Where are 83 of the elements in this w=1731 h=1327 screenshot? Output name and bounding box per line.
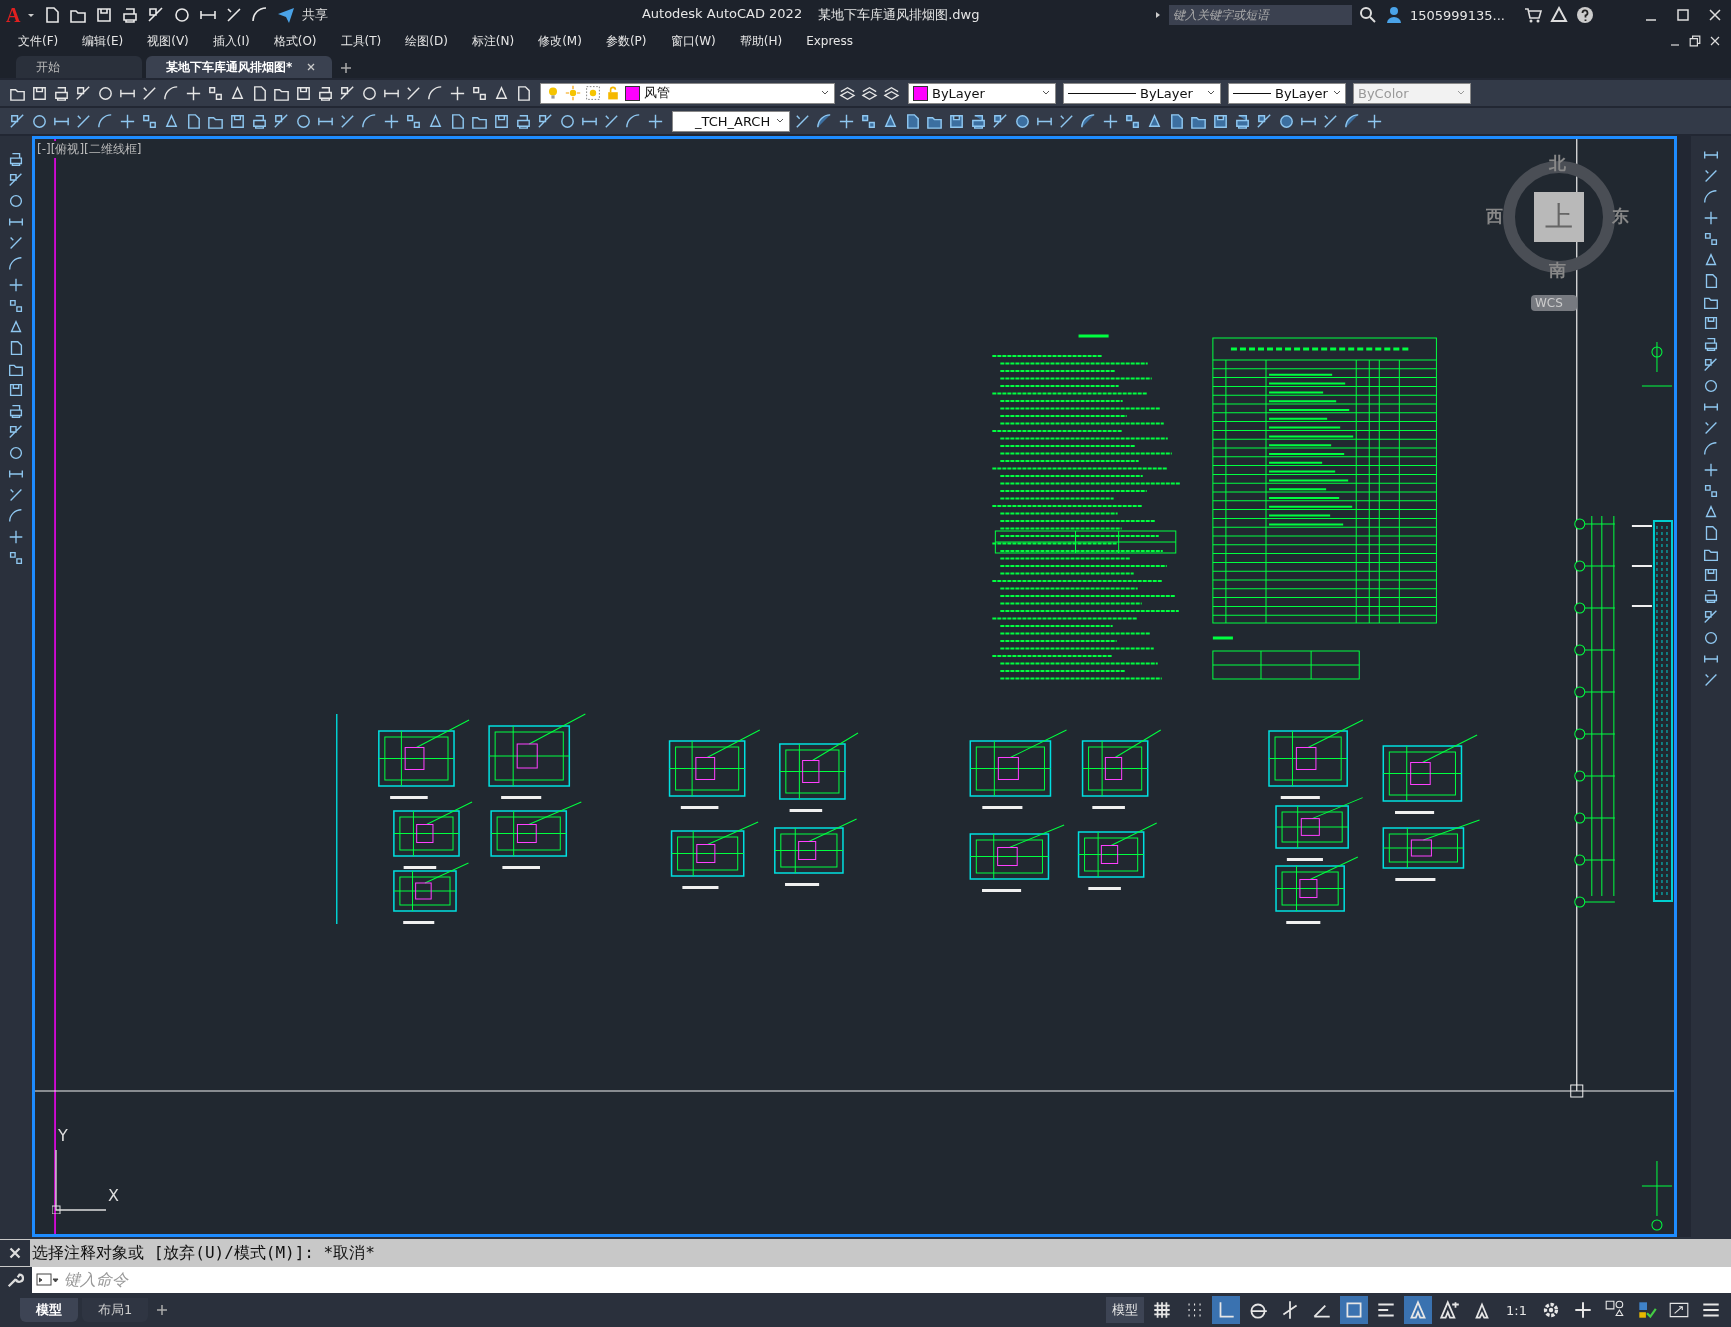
modify-tool-icon[interactable]	[1702, 566, 1720, 584]
menu-item[interactable]: Express	[806, 34, 853, 48]
status-toggle-icon[interactable]	[1404, 1296, 1433, 1324]
color-value: ByLayer	[932, 85, 985, 101]
layer-dropdown[interactable]: 风管	[540, 82, 835, 104]
draw-tool-icon[interactable]	[7, 276, 25, 294]
file-title: 某地下车库通风排烟图.dwg	[818, 6, 980, 24]
modify-tool-icon[interactable]	[1702, 377, 1720, 395]
document-tab[interactable]: 开始	[16, 56, 142, 78]
search-field[interactable]: 键入关键字或短语	[1168, 5, 1352, 25]
restore-icon[interactable]	[1687, 33, 1703, 49]
draw-tool-icon[interactable]	[7, 444, 25, 462]
status-toggle-icon[interactable]	[1340, 1296, 1369, 1324]
draw-tool-icon[interactable]	[7, 549, 25, 567]
modify-tool-icon[interactable]	[1702, 629, 1720, 647]
command-field[interactable]: 键入命令	[62, 1267, 1731, 1293]
modify-tool-icon[interactable]	[1702, 587, 1720, 605]
modify-tool-icon[interactable]	[1702, 230, 1720, 248]
modify-tool-icon[interactable]	[1702, 608, 1720, 626]
linetype-dropdown[interactable]: ByLayer	[1063, 82, 1221, 104]
menu-item[interactable]: 插入(I)	[212, 32, 250, 50]
viewport-sun-icon	[585, 85, 601, 101]
menu-item[interactable]: 标注(N)	[471, 32, 515, 50]
menu-item[interactable]: 编辑(E)	[82, 32, 124, 50]
layer-color-swatch	[625, 85, 640, 101]
menu-item[interactable]: 窗口(W)	[670, 32, 716, 50]
layout-tab[interactable]: 布局1	[82, 1298, 149, 1322]
command-prompt-icon[interactable]	[32, 1267, 62, 1293]
menu-item[interactable]: 绘图(D)	[405, 32, 448, 50]
sun-icon	[565, 85, 581, 101]
share-icon[interactable]	[276, 5, 297, 25]
line-sample	[1233, 92, 1271, 94]
layer-name: 风管	[644, 84, 670, 102]
menu-item[interactable]: 视图(V)	[147, 32, 189, 50]
menu-item[interactable]: 参数(P)	[605, 32, 647, 50]
draw-tool-icon[interactable]	[7, 171, 25, 189]
menu-item[interactable]: 工具(T)	[340, 32, 382, 50]
status-toggle-icon[interactable]	[1212, 1296, 1241, 1324]
app-title: Autodesk AutoCAD 2022	[641, 6, 803, 23]
modify-tool-icon[interactable]	[1702, 482, 1720, 500]
color-dropdown[interactable]: ByLayer	[908, 82, 1056, 104]
compass-label[interactable]: 西	[1486, 205, 1503, 228]
modify-tool-icon[interactable]	[1702, 209, 1720, 227]
menu-item[interactable]: 修改(M)	[538, 32, 582, 50]
lineweight-value: ByLayer	[1275, 85, 1328, 101]
share-link[interactable]: 共享	[302, 6, 329, 24]
plotstyle-value: ByColor	[1358, 85, 1409, 101]
layout-tab[interactable]: 模型	[20, 1298, 78, 1322]
modify-tool-icon[interactable]	[1702, 314, 1720, 332]
viewport-label[interactable]: [-][俯视][二维线框]	[37, 141, 142, 158]
draw-tool-icon[interactable]	[7, 150, 25, 168]
command-history: 选择注释对象或 [放弃(U)/模式(M)]: *取消*	[32, 1242, 375, 1264]
draw-tool-icon[interactable]	[7, 381, 25, 399]
document-tab[interactable]: 某地下车库通风排烟图*	[146, 56, 333, 78]
help-icon[interactable]	[1575, 5, 1595, 25]
user-name[interactable]: 1505999135...	[1409, 7, 1505, 23]
cart-icon[interactable]	[1523, 5, 1543, 25]
y-axis-label: Y	[58, 1126, 68, 1145]
modify-tool-icon[interactable]	[1702, 335, 1720, 353]
draw-tool-icon[interactable]	[7, 192, 25, 210]
menu-item[interactable]: 格式(O)	[273, 32, 317, 50]
text-style-dropdown[interactable]: _TCH_ARCH	[672, 110, 790, 132]
search-icon[interactable]	[1357, 5, 1378, 25]
compass-label[interactable]: 东	[1612, 205, 1629, 228]
line-sample	[1068, 92, 1136, 94]
menu-item[interactable]: 文件(F)	[18, 32, 59, 50]
draw-tool-icon[interactable]	[7, 528, 25, 546]
menu-item[interactable]: 帮助(H)	[739, 32, 783, 50]
text-style-value: _TCH_ARCH	[695, 113, 771, 129]
modify-tool-icon[interactable]	[1702, 461, 1720, 479]
modify-tool-icon[interactable]	[1702, 356, 1720, 374]
draw-tool-icon[interactable]	[7, 423, 25, 441]
close-icon[interactable]	[0, 1240, 30, 1266]
close-icon[interactable]	[306, 62, 317, 72]
annotation-scale[interactable]: 1:1	[1500, 1302, 1533, 1318]
lineweight-dropdown[interactable]: ByLayer	[1228, 82, 1346, 104]
x-axis-label: X	[108, 1186, 119, 1205]
color-swatch	[913, 85, 928, 101]
lock-icon	[605, 85, 621, 101]
linetype-value: ByLayer	[1140, 85, 1193, 101]
draw-tool-icon[interactable]	[7, 402, 25, 420]
draw-tool-icon[interactable]	[7, 297, 25, 315]
model-space-button[interactable]: 模型	[1106, 1297, 1145, 1323]
